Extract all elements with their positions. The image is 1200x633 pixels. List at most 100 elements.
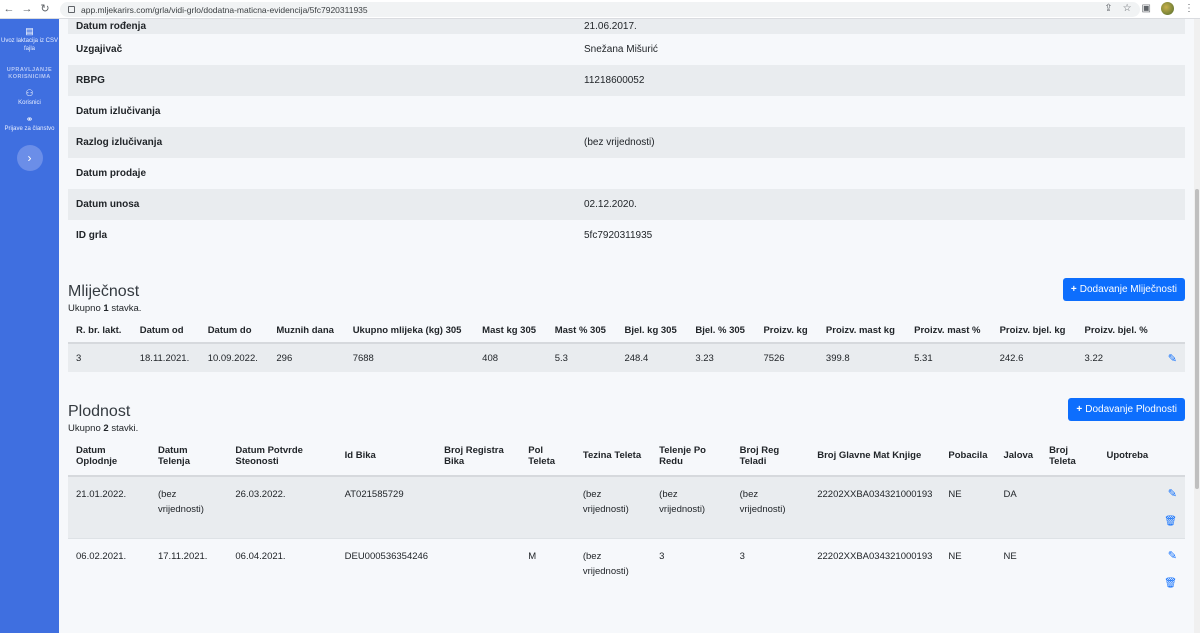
pencil-icon[interactable]: ✎ (1164, 549, 1177, 564)
column-header: Broj Registra Bika (436, 436, 521, 477)
table-cell: 22202XXBA034321000193 (809, 476, 941, 538)
sidebar: ▤ Uvoz laktacija iz CSV fajla UPRAVLJANJ… (0, 19, 59, 633)
detail-value (576, 96, 1185, 127)
share-icon[interactable]: ⇪ (1104, 3, 1112, 14)
detail-label: Razlog izlučivanja (76, 137, 163, 148)
column-header: Datum Telenja (149, 436, 228, 477)
table-cell: 10.09.2022. (199, 343, 269, 372)
column-header: Pol Teleta (520, 436, 575, 477)
mlijecnost-header: Mliječnost + Dodavanje Mliječnosti (68, 278, 1185, 301)
table-cell: 7526 (755, 343, 818, 372)
count-suffix: stavka. (108, 303, 142, 314)
column-header: Telenje Po Redu (651, 436, 732, 477)
url-text: app.mljekarirs.com/grla/vidi-grlo/dodatn… (81, 4, 368, 15)
detail-row: Datum prodaje (68, 158, 1185, 189)
sidepanel-icon[interactable]: ▣ (1142, 3, 1151, 14)
table-cell: 18.11.2021. (131, 343, 200, 372)
sidebar-item-label: Uvoz laktacija iz CSV fajla (0, 38, 59, 52)
column-header: Datum Oplodnje (68, 436, 150, 477)
table-cell: NE (995, 537, 1042, 600)
column-header: Jalova (995, 436, 1042, 477)
table-cell: (bez vrijednosti) (574, 537, 652, 600)
detail-label: Uzgajivač (76, 44, 123, 55)
column-header-actions (1156, 436, 1185, 477)
back-icon[interactable]: ← (0, 0, 18, 19)
profile-avatar[interactable] (1161, 2, 1174, 15)
detail-row: Datum izlučivanja (68, 96, 1185, 127)
detail-label: Datum prodaje (76, 168, 147, 179)
detail-value: Snežana Mišurić (584, 44, 658, 55)
sidebar-item-users[interactable]: ⚇ Korisnici (0, 81, 59, 107)
scrollbar-thumb[interactable] (1195, 189, 1199, 489)
add-mlijecnost-button[interactable]: + Dodavanje Mliječnosti (1062, 278, 1185, 301)
mlijecnost-table: R. br. lakt. Datum od Datum do Muznih dana U… (68, 319, 1185, 372)
address-bar[interactable]: app.mljekarirs.com/grla/vidi-grlo/dodatn… (60, 2, 1140, 17)
table-cell: NE (940, 537, 996, 600)
column-header: Broj Teleta (1041, 436, 1099, 477)
sidebar-item-import[interactable]: ▤ Uvoz laktacija iz CSV fajla (0, 19, 59, 53)
trash-icon[interactable]: 🗑 (1164, 576, 1177, 591)
column-header: Mast % 305 (546, 319, 617, 344)
plus-icon: + (1076, 404, 1083, 415)
table-cell (1041, 537, 1099, 600)
column-header: Ukupno mlijeka (kg) 305 (344, 319, 475, 344)
animal-details-table: Datum rođenja 21.06.2017. Uzgajivač Snežana… (68, 19, 1185, 251)
detail-label: ID grla (76, 230, 108, 241)
sidebar-heading: UPRAVLJANJE KORISNICIMA (6, 67, 53, 80)
sidebar-item-label: Prijave za članstvo (4, 126, 55, 132)
sidebar-toggle-button[interactable]: › (16, 145, 43, 171)
detail-row: ID grla 5fc7920311935 (68, 220, 1185, 251)
table-cell: M (520, 537, 575, 600)
pencil-icon[interactable]: ✎ (1164, 487, 1177, 502)
column-header: Datum do (199, 319, 269, 344)
detail-value: 11218600052 (584, 75, 645, 86)
table-cell: AT021585729 (336, 476, 437, 538)
menu-icon[interactable]: ⋮ (1184, 3, 1194, 14)
column-header: Mast kg 305 (474, 319, 547, 344)
detail-value (576, 158, 1185, 189)
count-prefix: Ukupno (68, 303, 104, 314)
column-header: Broj Glavne Mat Knjige (809, 436, 941, 477)
detail-label: RBPG (76, 75, 105, 86)
column-header: Datum od (131, 319, 200, 344)
column-header: Proizv. kg (755, 319, 818, 344)
table-cell: 26.03.2022. (227, 476, 337, 538)
column-header: Proizv. bjel. % (1076, 319, 1159, 344)
table-cell: (bez vrijednosti) (149, 476, 228, 538)
plodnost-count: Ukupno 2 stavki. (68, 423, 1194, 434)
add-plodnost-button[interactable]: + Dodavanje Plodnosti (1068, 398, 1185, 421)
handshake-icon: ⚭ (25, 114, 34, 124)
table-cell: 5.3 (546, 343, 617, 372)
count-prefix: Ukupno (68, 423, 104, 434)
table-cell: 399.8 (817, 343, 907, 372)
sidebar-item-membership[interactable]: ⚭ Prijave za članstvo (0, 107, 59, 133)
table-cell (436, 537, 521, 600)
table-cell: 248.4 (616, 343, 688, 372)
count-suffix: stavki. (108, 423, 139, 434)
reload-icon[interactable]: ↻ (36, 0, 54, 19)
star-icon[interactable]: ☆ (1123, 3, 1132, 14)
table-cell: 3 (68, 343, 132, 372)
trash-icon[interactable]: 🗑 (1164, 514, 1177, 529)
detail-value: (bez vrijednosti) (584, 137, 655, 148)
table-row: 21.01.2022. (bez vrijednosti) 26.03.2022. A… (68, 476, 1185, 538)
plodnost-table: Datum Oplodnje Datum Telenja Datum Potvrde… (68, 436, 1185, 600)
row-actions: ✎ 🗑 (1156, 537, 1185, 600)
forward-icon[interactable]: → (18, 0, 36, 19)
table-cell: 21.01.2022. (68, 476, 150, 538)
browser-toolbar: ← → ↻ app.mljekarirs.com/grla/vidi-grlo/… (0, 0, 1200, 19)
detail-label: Datum unosa (76, 199, 140, 210)
page-scrollbar[interactable] (1194, 19, 1200, 633)
table-cell: 7688 (344, 343, 475, 372)
users-icon: ⚇ (25, 88, 34, 98)
table-cell: 408 (474, 343, 547, 372)
table-cell: 3.23 (687, 343, 756, 372)
table-cell: DEU000536354246 (336, 537, 437, 600)
detail-value: 21.06.2017. (584, 21, 637, 32)
row-actions: ✎ 🗑 (1156, 476, 1185, 538)
add-mlijecnost-label: Dodavanje Mliječnosti (1079, 284, 1177, 295)
table-cell (1041, 476, 1099, 538)
pencil-icon[interactable]: ✎ (1167, 352, 1177, 365)
add-plodnost-label: Dodavanje Plodnosti (1085, 404, 1177, 415)
table-cell: 242.6 (991, 343, 1077, 372)
